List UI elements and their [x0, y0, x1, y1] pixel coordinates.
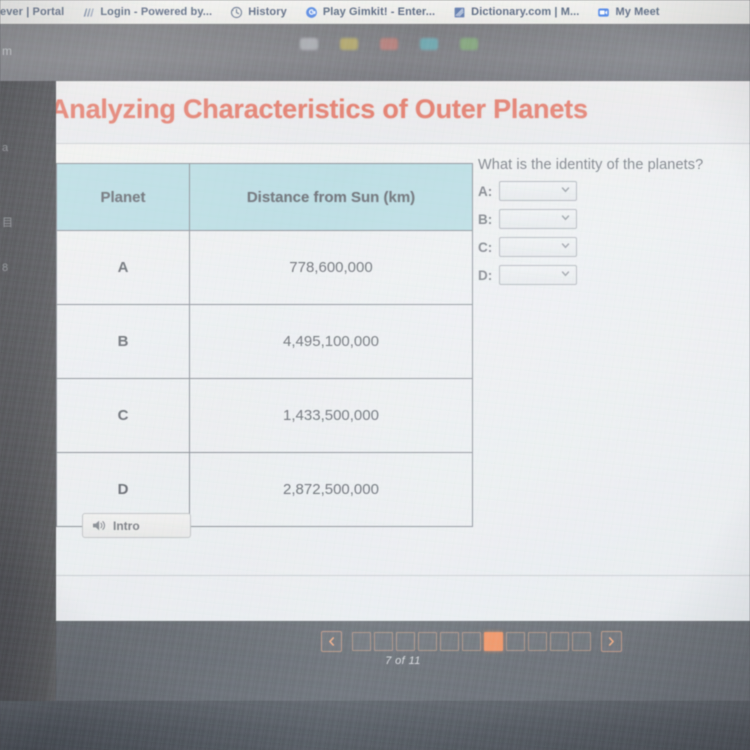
screen-left-bezel: a 目 8	[0, 24, 56, 724]
browser-chrome-band	[0, 24, 750, 81]
taskbar-icon-3[interactable]	[380, 38, 398, 50]
chevron-right-icon	[608, 637, 614, 646]
pagination-page-4[interactable]	[418, 632, 437, 651]
dictionary-book-icon	[454, 7, 465, 17]
table-row: C 1,433,500,000	[56, 378, 473, 453]
cell-distance: 1,433,500,000	[189, 378, 473, 453]
taskbar-icon-4[interactable]	[420, 38, 438, 50]
page-title: Analyzing Characteristics of Outer Plane…	[56, 94, 588, 124]
gimkit-g-icon	[305, 6, 317, 18]
lesson-footer: 7 of 11	[56, 621, 750, 701]
answer-label-a: A:	[478, 183, 493, 199]
pagination-prev-button[interactable]	[321, 631, 342, 652]
pagination-page-10[interactable]	[550, 632, 569, 651]
bookmark-label: ever | Portal	[0, 6, 65, 18]
table-header-row: Planet Distance from Sun (km)	[56, 163, 473, 231]
desktop-taskbar-strip	[0, 701, 750, 750]
bookmark-label: Login - Powered by...	[100, 6, 213, 18]
answer-label-d: D:	[478, 267, 493, 283]
answer-row-a: A:	[478, 181, 750, 201]
pagination-control	[321, 631, 622, 652]
answer-select-b[interactable]	[499, 209, 577, 229]
chrome-ghost-text: m	[2, 44, 12, 58]
table-row: A 778,600,000	[56, 230, 473, 305]
bookmark-item-portal[interactable]: ever | Portal	[0, 0, 73, 24]
chevron-down-icon	[561, 215, 570, 221]
taskbar-icon-1[interactable]	[300, 38, 318, 50]
intro-button-label: Intro	[113, 518, 140, 533]
bookmark-item-my-meet[interactable]: My Meet	[588, 0, 668, 24]
cell-distance: 4,495,100,000	[189, 304, 473, 379]
question-area: What is the identity of the planets? A: …	[478, 157, 750, 285]
bookmark-item-login-powerschool[interactable]: Login - Powered by...	[73, 0, 221, 24]
chevron-down-icon	[561, 243, 570, 249]
pagination-page-6[interactable]	[462, 632, 481, 651]
bookmark-label: Dictionary.com | M...	[471, 6, 580, 18]
intro-audio-button[interactable]: Intro	[82, 513, 191, 538]
answer-row-b: B:	[478, 209, 750, 229]
pagination-page-11[interactable]	[572, 632, 591, 651]
answer-label-b: B:	[478, 211, 493, 227]
pagination-status: 7 of 11	[385, 655, 421, 667]
chevron-down-icon	[561, 187, 570, 193]
page-bottom-divider	[56, 575, 750, 576]
chevron-left-icon	[329, 637, 335, 646]
pagination-page-5[interactable]	[440, 632, 459, 651]
pagination-page-7-current[interactable]	[484, 632, 503, 651]
speaker-volume-icon	[93, 520, 106, 531]
pagination-page-2[interactable]	[374, 632, 393, 651]
pagination-page-1[interactable]	[352, 632, 371, 651]
bookmark-item-gimkit[interactable]: Play Gimkit! - Enter...	[296, 0, 444, 24]
answer-row-c: C:	[478, 237, 750, 257]
bezel-ghost-glyph-3: 8	[2, 262, 9, 274]
pagination-page-3[interactable]	[396, 632, 415, 651]
bookmarks-bar: ever | Portal Login - Powered by... Hist…	[0, 0, 750, 24]
pagination-page-9[interactable]	[528, 632, 547, 651]
cell-distance: 778,600,000	[189, 230, 473, 305]
pagination-page-8[interactable]	[506, 632, 525, 651]
title-divider	[56, 143, 750, 144]
answer-select-c[interactable]	[499, 237, 577, 257]
pagination-next-button[interactable]	[601, 631, 622, 652]
table-row: B 4,495,100,000	[56, 304, 473, 379]
chevron-down-icon	[561, 271, 570, 277]
bookmark-item-dictionary[interactable]: Dictionary.com | M...	[444, 0, 588, 24]
taskbar-icon-5[interactable]	[460, 38, 478, 50]
answer-select-d[interactable]	[499, 265, 577, 285]
bezel-ghost-glyph-2: 目	[2, 217, 13, 229]
cell-planet: B	[56, 304, 190, 379]
planet-distance-table: Planet Distance from Sun (km) A 778,600,…	[56, 163, 473, 527]
bookmark-label: Play Gimkit! - Enter...	[322, 6, 436, 18]
cell-planet: A	[56, 230, 190, 305]
taskbar-icon-2[interactable]	[340, 38, 358, 50]
bookmark-item-history[interactable]: History	[221, 0, 296, 24]
bookmark-label: History	[248, 6, 287, 18]
answer-label-c: C:	[478, 239, 493, 255]
table-header-planet: Planet	[56, 163, 190, 231]
question-prompt: What is the identity of the planets?	[478, 157, 704, 173]
powerschool-icon	[83, 7, 95, 17]
answer-row-d: D:	[478, 265, 750, 285]
cell-distance: 2,872,500,000	[189, 452, 473, 527]
bookmark-label: My Meet	[615, 6, 660, 18]
google-meet-camera-icon	[598, 7, 610, 17]
history-clock-icon	[231, 6, 243, 18]
bezel-ghost-glyph-1: a	[2, 142, 9, 154]
answer-select-a[interactable]	[499, 181, 577, 201]
lesson-page: Analyzing Characteristics of Outer Plane…	[56, 81, 750, 621]
taskbar-icons	[300, 38, 478, 50]
cell-planet: C	[56, 378, 190, 453]
table-header-distance: Distance from Sun (km)	[189, 163, 473, 231]
